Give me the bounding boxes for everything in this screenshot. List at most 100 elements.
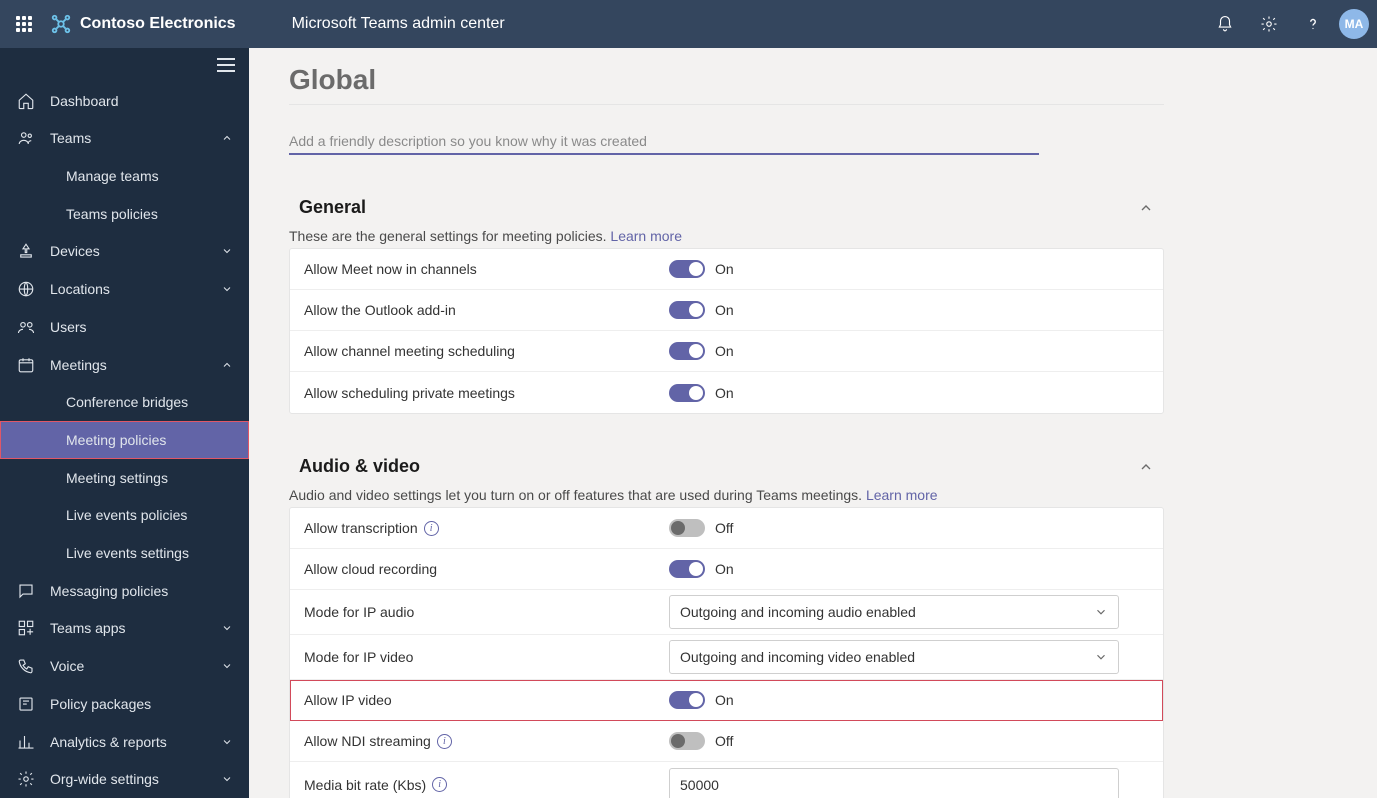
globe-icon: [16, 279, 36, 299]
sidebar-item-label: Policy packages: [50, 696, 233, 712]
setting-label: Mode for IP video: [304, 649, 669, 665]
toggle-cloud-recording[interactable]: [669, 560, 705, 578]
setting-row-outlook-addin: Allow the Outlook add-in On: [290, 290, 1163, 331]
sidebar-item-teams-apps[interactable]: Teams apps: [0, 610, 249, 648]
setting-label: Allow NDI streaming i: [304, 733, 669, 749]
chevron-up-icon: [221, 359, 233, 371]
sidebar-item-teams[interactable]: Teams: [0, 119, 249, 157]
toggle-state-text: Off: [715, 520, 733, 536]
sidebar-item-label: Locations: [50, 281, 207, 297]
select-ip-video-mode[interactable]: Outgoing and incoming video enabled: [669, 640, 1119, 674]
sidebar-item-label: Teams apps: [50, 620, 207, 636]
setting-label: Allow scheduling private meetings: [304, 385, 669, 401]
gear-icon: [1260, 15, 1278, 33]
section-description: Audio and video settings let you turn on…: [289, 487, 1164, 503]
sidebar-item-meetings[interactable]: Meetings: [0, 346, 249, 384]
analytics-icon: [16, 732, 36, 752]
setting-label: Allow cloud recording: [304, 561, 669, 577]
setting-row-channel-scheduling: Allow channel meeting scheduling On: [290, 331, 1163, 372]
home-icon: [16, 91, 36, 111]
sidebar-subitem-conference-bridges[interactable]: Conference bridges: [0, 383, 249, 421]
sidebar-subitem-meeting-settings[interactable]: Meeting settings: [0, 459, 249, 497]
toggle-channel-scheduling[interactable]: [669, 342, 705, 360]
app-title: Microsoft Teams admin center: [292, 15, 505, 33]
calendar-icon: [16, 355, 36, 375]
toggle-transcription[interactable]: [669, 519, 705, 537]
toggle-allow-meet-now[interactable]: [669, 260, 705, 278]
chevron-up-icon: [221, 132, 233, 144]
chevron-down-icon: [1094, 650, 1108, 664]
toggle-ndi-streaming[interactable]: [669, 732, 705, 750]
learn-more-link[interactable]: Learn more: [866, 487, 938, 503]
setting-row-transcription: Allow transcription i Off: [290, 508, 1163, 549]
info-icon[interactable]: i: [424, 521, 439, 536]
toggle-outlook-addin[interactable]: [669, 301, 705, 319]
sidebar-subitem-meeting-policies[interactable]: Meeting policies: [0, 421, 249, 459]
info-icon[interactable]: i: [432, 777, 447, 792]
page-title: Global: [289, 60, 1164, 105]
toggle-state-text: On: [715, 343, 734, 359]
description-input[interactable]: [289, 129, 1039, 155]
sidebar-subitem-manage-teams[interactable]: Manage teams: [0, 157, 249, 195]
sidebar: Dashboard Teams Manage teams Teams polic…: [0, 48, 249, 798]
sidebar-subitem-teams-policies[interactable]: Teams policies: [0, 195, 249, 233]
chat-icon: [16, 581, 36, 601]
chevron-up-icon: [1138, 200, 1154, 216]
sidebar-item-label: Voice: [50, 658, 207, 674]
phone-icon: [16, 656, 36, 676]
section-description: These are the general settings for meeti…: [289, 228, 1164, 244]
chevron-down-icon: [221, 245, 233, 257]
account-avatar[interactable]: MA: [1339, 9, 1369, 39]
setting-row-ip-audio-mode: Mode for IP audio Outgoing and incoming …: [290, 590, 1163, 635]
sidebar-item-dashboard[interactable]: Dashboard: [0, 82, 249, 120]
brand[interactable]: Contoso Electronics: [50, 13, 236, 35]
collapse-sidebar-button[interactable]: [0, 48, 249, 82]
sidebar-item-messaging-policies[interactable]: Messaging policies: [0, 572, 249, 610]
bell-icon: [1216, 15, 1234, 33]
setting-row-ndi-streaming: Allow NDI streaming i Off: [290, 721, 1163, 762]
sidebar-item-policy-packages[interactable]: Policy packages: [0, 685, 249, 723]
settings-icon: [16, 769, 36, 789]
select-ip-audio-mode[interactable]: Outgoing and incoming audio enabled: [669, 595, 1119, 629]
toggle-private-scheduling[interactable]: [669, 384, 705, 402]
sidebar-item-org-wide-settings[interactable]: Org-wide settings: [0, 760, 249, 798]
question-icon: [1304, 15, 1322, 33]
setting-row-allow-meet-now: Allow Meet now in channels On: [290, 249, 1163, 290]
chevron-down-icon: [221, 736, 233, 748]
toggle-state-text: On: [715, 261, 734, 277]
sidebar-item-devices[interactable]: Devices: [0, 233, 249, 271]
sidebar-item-label: Devices: [50, 243, 207, 259]
chevron-up-icon: [1138, 459, 1154, 475]
chevron-down-icon: [221, 622, 233, 634]
sidebar-item-label: Messaging policies: [50, 583, 233, 599]
sidebar-item-label: Meetings: [50, 357, 207, 373]
sidebar-item-locations[interactable]: Locations: [0, 270, 249, 308]
section-av-header[interactable]: Audio & video: [289, 456, 1164, 477]
sidebar-subitem-live-events-policies[interactable]: Live events policies: [0, 496, 249, 534]
sidebar-item-voice[interactable]: Voice: [0, 647, 249, 685]
input-media-bitrate[interactable]: [669, 768, 1119, 798]
toggle-state-text: On: [715, 385, 734, 401]
sidebar-item-analytics[interactable]: Analytics & reports: [0, 723, 249, 761]
help-button[interactable]: [1291, 2, 1335, 46]
info-icon[interactable]: i: [437, 734, 452, 749]
setting-label: Allow the Outlook add-in: [304, 302, 669, 318]
sidebar-item-users[interactable]: Users: [0, 308, 249, 346]
waffle-icon: [16, 16, 32, 32]
hamburger-icon: [217, 58, 235, 72]
sidebar-subitem-live-events-settings[interactable]: Live events settings: [0, 534, 249, 572]
setting-row-ip-video-mode: Mode for IP video Outgoing and incoming …: [290, 635, 1163, 680]
settings-button[interactable]: [1247, 2, 1291, 46]
toggle-allow-ip-video[interactable]: [669, 691, 705, 709]
section-general-header[interactable]: General: [289, 197, 1164, 218]
app-launcher-button[interactable]: [6, 6, 42, 42]
sidebar-item-label: Dashboard: [50, 93, 233, 109]
users-icon: [16, 317, 36, 337]
learn-more-link[interactable]: Learn more: [610, 228, 682, 244]
package-icon: [16, 694, 36, 714]
sidebar-item-label: Users: [50, 319, 233, 335]
sidebar-item-label: Analytics & reports: [50, 734, 207, 750]
section-audio-video: Audio & video Audio and video settings l…: [289, 456, 1164, 798]
chevron-down-icon: [221, 773, 233, 785]
notifications-button[interactable]: [1203, 2, 1247, 46]
